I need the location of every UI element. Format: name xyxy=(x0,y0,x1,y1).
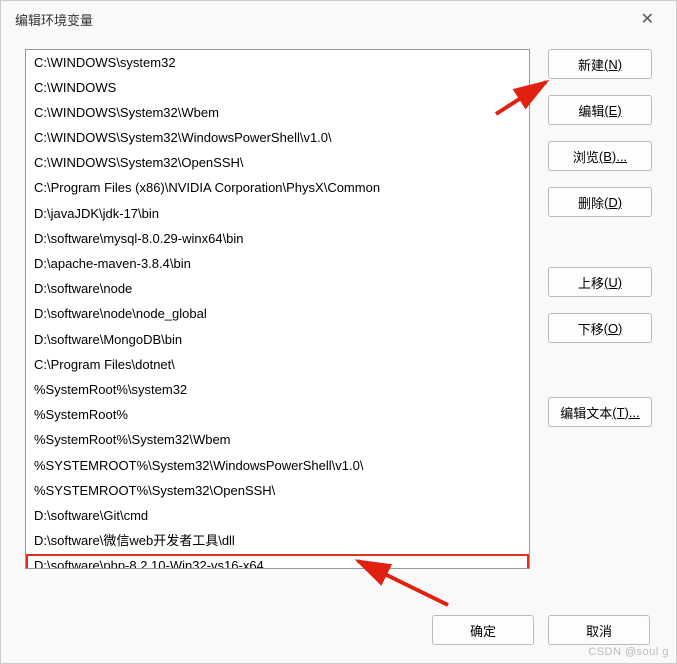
browse-button[interactable]: 浏览(B)... xyxy=(548,141,652,171)
list-item[interactable]: D:\software\微信web开发者工具\dll xyxy=(26,529,529,554)
list-item[interactable]: D:\software\node\node_global xyxy=(26,302,529,327)
move-down-button[interactable]: 下移(O) xyxy=(548,313,652,343)
env-var-dialog: 编辑环境变量 ✕ C:\WINDOWS\system32C:\WINDOWSC:… xyxy=(0,0,677,664)
close-icon[interactable]: ✕ xyxy=(633,5,662,33)
list-item[interactable]: %SystemRoot%\system32 xyxy=(26,377,529,402)
list-item[interactable]: %SystemRoot% xyxy=(26,403,529,428)
list-item[interactable]: C:\WINDOWS\System32\WindowsPowerShell\v1… xyxy=(26,126,529,151)
cancel-button[interactable]: 取消 xyxy=(548,615,650,645)
path-listbox[interactable]: C:\WINDOWS\system32C:\WINDOWSC:\WINDOWS\… xyxy=(25,49,530,569)
list-item[interactable]: %SystemRoot%\System32\Wbem xyxy=(26,428,529,453)
window-title: 编辑环境变量 xyxy=(15,10,93,29)
list-item[interactable]: C:\WINDOWS\System32\Wbem xyxy=(26,100,529,125)
titlebar: 编辑环境变量 ✕ xyxy=(1,1,676,37)
side-buttons: 新建(N) 编辑(E) 浏览(B)... 删除(D) 上移(U) 下移(O) 编… xyxy=(548,49,652,599)
list-item[interactable]: C:\Program Files\dotnet\ xyxy=(26,352,529,377)
ok-button[interactable]: 确定 xyxy=(432,615,534,645)
list-item[interactable]: C:\Program Files (x86)\NVIDIA Corporatio… xyxy=(26,176,529,201)
list-item[interactable]: %SYSTEMROOT%\System32\OpenSSH\ xyxy=(26,478,529,503)
move-up-button[interactable]: 上移(U) xyxy=(548,267,652,297)
list-item[interactable]: D:\software\Git\cmd xyxy=(26,503,529,528)
list-item[interactable]: C:\WINDOWS xyxy=(26,75,529,100)
list-item[interactable]: D:\software\mysql-8.0.29-winx64\bin xyxy=(26,226,529,251)
dialog-footer: 确定 取消 xyxy=(1,607,676,663)
edit-button[interactable]: 编辑(E) xyxy=(548,95,652,125)
list-item[interactable]: C:\WINDOWS\System32\OpenSSH\ xyxy=(26,151,529,176)
list-item[interactable]: D:\apache-maven-3.8.4\bin xyxy=(26,252,529,277)
list-item[interactable]: %SYSTEMROOT%\System32\WindowsPowerShell\… xyxy=(26,453,529,478)
list-item[interactable]: C:\WINDOWS\system32 xyxy=(26,50,529,75)
edit-text-button[interactable]: 编辑文本(T)... xyxy=(548,397,652,427)
list-item[interactable]: D:\software\MongoDB\bin xyxy=(26,327,529,352)
list-item[interactable]: D:\software\php-8.2.10-Win32-vs16-x64 xyxy=(26,554,529,569)
dialog-body: C:\WINDOWS\system32C:\WINDOWSC:\WINDOWS\… xyxy=(1,37,676,607)
delete-button[interactable]: 删除(D) xyxy=(548,187,652,217)
list-item[interactable]: D:\software\node xyxy=(26,277,529,302)
new-button[interactable]: 新建(N) xyxy=(548,49,652,79)
list-item[interactable]: D:\javaJDK\jdk-17\bin xyxy=(26,201,529,226)
